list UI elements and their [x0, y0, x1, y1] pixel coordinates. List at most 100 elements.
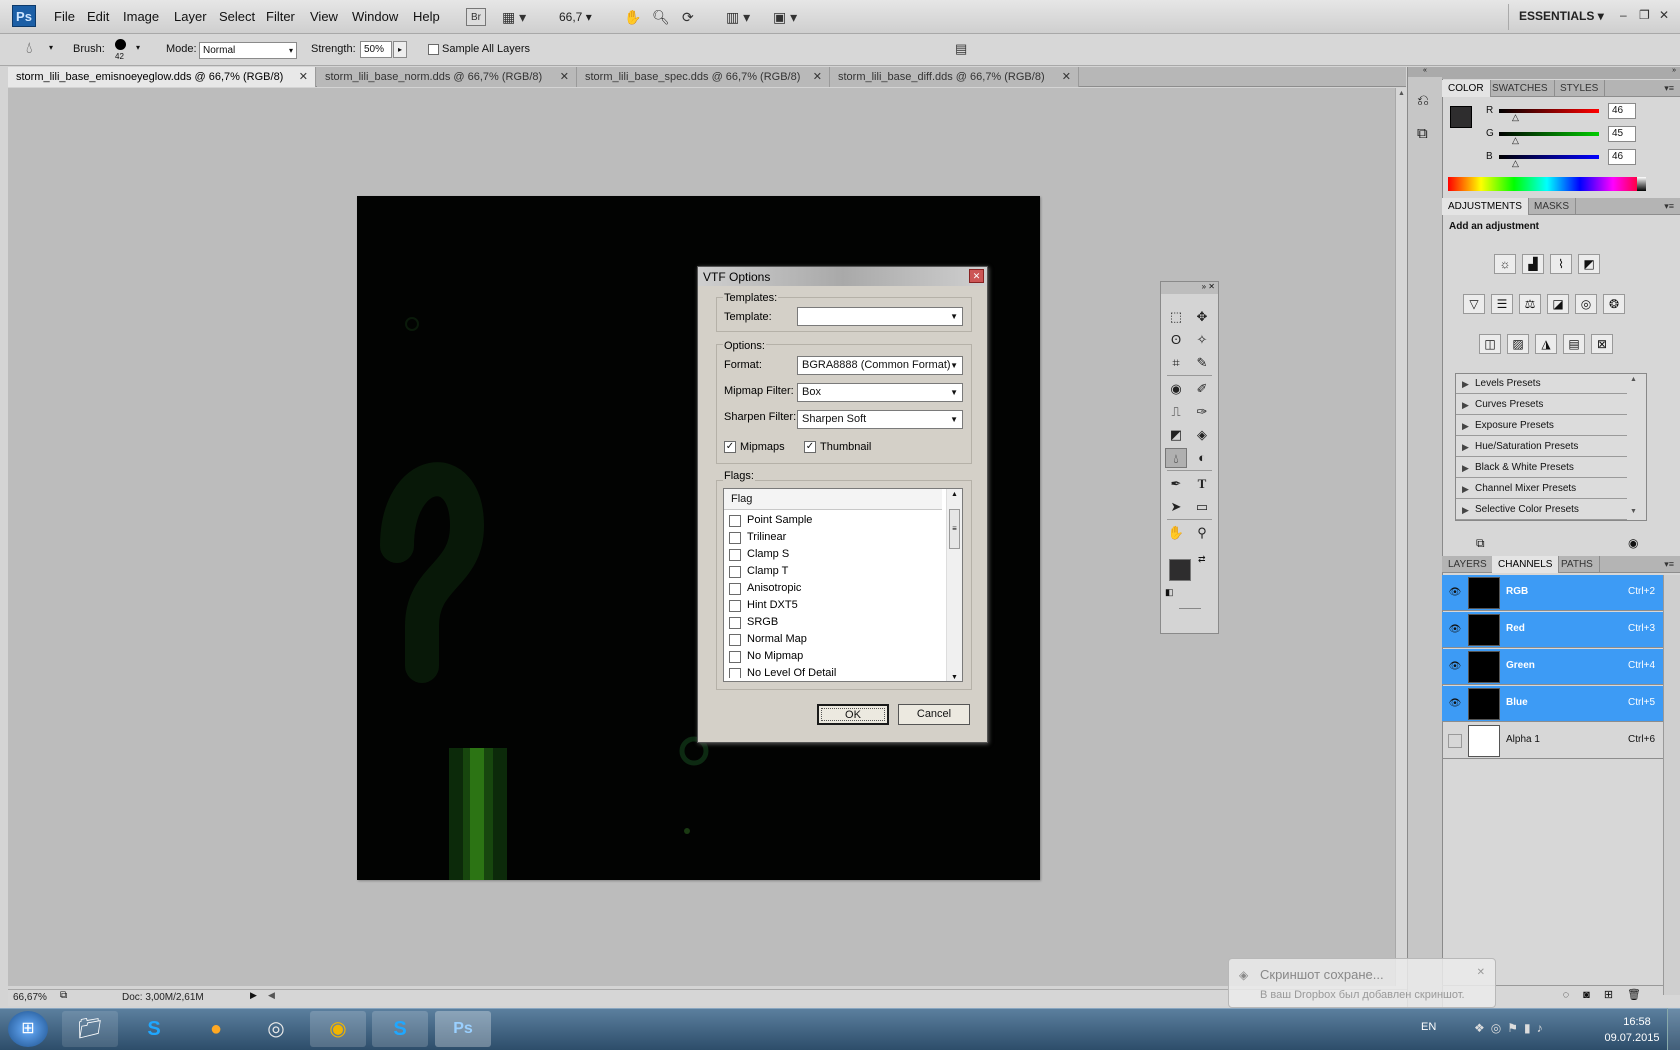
tab-close-icon[interactable]: ✕: [813, 67, 822, 87]
flag-tray-icon[interactable]: ⚑: [1507, 1021, 1524, 1035]
volume-tray-icon[interactable]: ♪: [1537, 1021, 1549, 1035]
type-tool-icon[interactable]: T: [1191, 474, 1213, 494]
rotate-view-icon[interactable]: ⟳: [682, 8, 694, 26]
presets-scroll-down-icon[interactable]: ▼: [1630, 508, 1637, 515]
menu-help[interactable]: Help: [413, 9, 440, 24]
curves-icon[interactable]: ⌇: [1550, 254, 1572, 274]
exposure-icon[interactable]: ◩: [1578, 254, 1600, 274]
channel-mixer-icon[interactable]: ❂: [1603, 294, 1625, 314]
mipmap-filter-select[interactable]: Box ▼: [797, 383, 963, 402]
flag-checkbox[interactable]: [729, 600, 741, 612]
start-button[interactable]: ⊞: [8, 1011, 48, 1047]
dialog-close-icon[interactable]: ✕: [969, 269, 984, 283]
color-panel-menu-icon[interactable]: ▾≡: [1658, 80, 1680, 97]
preset-curves[interactable]: ▶ Curves Presets: [1456, 395, 1627, 415]
visibility-eye-icon[interactable]: 👁︎: [1448, 660, 1462, 674]
panels-collapse-bar[interactable]: »: [1442, 67, 1680, 79]
menu-file[interactable]: File: [54, 9, 75, 24]
channel-row-red[interactable]: 👁︎ Red Ctrl+3: [1442, 612, 1663, 648]
preset-selective-color[interactable]: ▶ Selective Color Presets: [1456, 500, 1627, 520]
tab-paths[interactable]: PATHS: [1555, 556, 1600, 573]
minimize-icon[interactable]: –: [1620, 8, 1627, 22]
flags-column-header[interactable]: Flag: [724, 489, 942, 510]
ok-button[interactable]: OK: [817, 704, 889, 725]
r-slider-handle-icon[interactable]: △: [1512, 112, 1519, 123]
dropbox-notification[interactable]: ◈ Скриншот сохране... В ваш Dropbox был …: [1228, 958, 1496, 1008]
flags-scroll-thumb[interactable]: ≡: [949, 509, 960, 549]
language-indicator[interactable]: EN: [1421, 1021, 1436, 1033]
visibility-eye-icon[interactable]: 👁︎: [1448, 586, 1462, 600]
brush-picker-arrow-icon[interactable]: ▾: [136, 43, 140, 52]
adjustments-menu-icon[interactable]: ▾≡: [1658, 198, 1680, 215]
magic-wand-tool-icon[interactable]: ✧: [1191, 330, 1213, 350]
status-menu-arrow-icon[interactable]: ▶: [250, 990, 257, 1001]
visibility-eye-icon[interactable]: 👁︎: [1448, 697, 1462, 711]
brush-panel-toggle-icon[interactable]: ▤: [955, 41, 967, 57]
aimp-taskbar-icon[interactable]: ●: [188, 1011, 244, 1047]
g-input[interactable]: 45: [1608, 126, 1636, 142]
preset-levels[interactable]: ▶ Levels Presets: [1456, 374, 1627, 394]
status-preview-icon[interactable]: ⧉: [60, 990, 67, 1001]
actions-panel-icon[interactable]: ⧉: [1417, 125, 1428, 142]
b-input[interactable]: 46: [1608, 149, 1636, 165]
posterize-icon[interactable]: ▨: [1507, 334, 1529, 354]
photoshop-taskbar-icon[interactable]: Ps: [435, 1011, 491, 1047]
visibility-toggle[interactable]: [1448, 734, 1462, 748]
blur-tool-preset-icon[interactable]: 💧︎: [26, 40, 32, 58]
tab-adjustments[interactable]: ADJUSTMENTS: [1442, 198, 1529, 215]
adjustment-clip-icon[interactable]: ⧉: [1476, 536, 1485, 551]
flags-scrollbar[interactable]: ▲ ≡ ▼: [946, 489, 962, 681]
default-colors-icon[interactable]: ◧: [1165, 587, 1174, 598]
zoom-dropdown[interactable]: 66,7 ▾: [559, 10, 592, 24]
tools-panel-header[interactable]: » ✕: [1161, 282, 1218, 294]
save-selection-icon[interactable]: ◙: [1583, 989, 1604, 1001]
delete-channel-icon[interactable]: 🗑︎: [1627, 989, 1655, 1001]
visibility-eye-icon[interactable]: 👁︎: [1448, 623, 1462, 637]
channel-row-alpha[interactable]: Alpha 1 Ctrl+6: [1442, 723, 1663, 759]
flag-checkbox[interactable]: [729, 668, 741, 678]
threshold-icon[interactable]: ◮: [1535, 334, 1557, 354]
channel-row-blue[interactable]: 👁︎ Blue Ctrl+5: [1442, 686, 1663, 722]
tab-close-icon[interactable]: ✕: [560, 67, 569, 87]
steam-taskbar-icon[interactable]: ◎: [248, 1011, 304, 1047]
lasso-tool-icon[interactable]: ʘ: [1165, 330, 1187, 350]
tab-emisnoeyeglow[interactable]: storm_lili_base_emisnoeyeglow.dds @ 66,7…: [8, 67, 316, 87]
show-desktop-button[interactable]: [1667, 1008, 1680, 1050]
marquee-tool-icon[interactable]: ⬚: [1165, 307, 1187, 327]
dodge-tool-icon[interactable]: ◐: [1191, 448, 1213, 468]
path-selection-tool-icon[interactable]: ➤: [1165, 497, 1187, 517]
menu-image[interactable]: Image: [123, 9, 159, 24]
sample-all-layers-checkbox[interactable]: [428, 44, 439, 55]
tab-spec[interactable]: storm_lili_base_spec.dds @ 66,7% (RGB/8)…: [577, 67, 830, 87]
black-white-icon[interactable]: ◪: [1547, 294, 1569, 314]
eraser-tool-icon[interactable]: ◩: [1165, 425, 1187, 445]
zoom-tool-icon[interactable]: ⚲: [1191, 523, 1213, 543]
flag-checkbox[interactable]: [729, 549, 741, 561]
restore-icon[interactable]: ❐: [1639, 8, 1650, 22]
network-tray-icon[interactable]: ▮: [1524, 1021, 1537, 1035]
new-channel-icon[interactable]: ⊞: [1604, 989, 1627, 1001]
hscroll-left-icon[interactable]: ◀: [268, 990, 275, 1001]
clock-time[interactable]: 16:58: [1612, 1016, 1662, 1028]
photo-filter-icon[interactable]: ◎: [1575, 294, 1597, 314]
history-brush-tool-icon[interactable]: ✑: [1191, 402, 1213, 422]
explorer-taskbar-icon[interactable]: 📁︎: [62, 1011, 118, 1047]
channel-row-rgb[interactable]: 👁︎ RGB Ctrl+2: [1442, 575, 1663, 611]
quick-mask-icon[interactable]: [1179, 608, 1201, 609]
menu-window[interactable]: Window: [352, 9, 398, 24]
tab-diff[interactable]: storm_lili_base_diff.dds @ 66,7% (RGB/8)…: [830, 67, 1079, 87]
flag-checkbox[interactable]: [729, 532, 741, 544]
selective-color-icon[interactable]: ⊠: [1591, 334, 1613, 354]
hand-tool-icon[interactable]: ✋: [1165, 523, 1187, 543]
tab-color[interactable]: COLOR: [1442, 80, 1491, 97]
tool-preset-arrow-icon[interactable]: ▾: [49, 43, 53, 52]
channels-scrollbar[interactable]: [1663, 575, 1680, 995]
presets-scroll-up-icon[interactable]: ▲: [1630, 376, 1637, 383]
strength-slider-arrow-icon[interactable]: ▸: [393, 41, 407, 58]
workspace-switcher[interactable]: ESSENTIALS ▾: [1519, 9, 1604, 23]
zoom-tool-icon[interactable]: 🔍︎: [652, 8, 670, 26]
notification-close-icon[interactable]: ✕: [1477, 967, 1485, 978]
thumbnail-checkbox[interactable]: ✓: [804, 441, 816, 453]
flag-checkbox[interactable]: [729, 583, 741, 595]
channel-row-green[interactable]: 👁︎ Green Ctrl+4: [1442, 649, 1663, 685]
